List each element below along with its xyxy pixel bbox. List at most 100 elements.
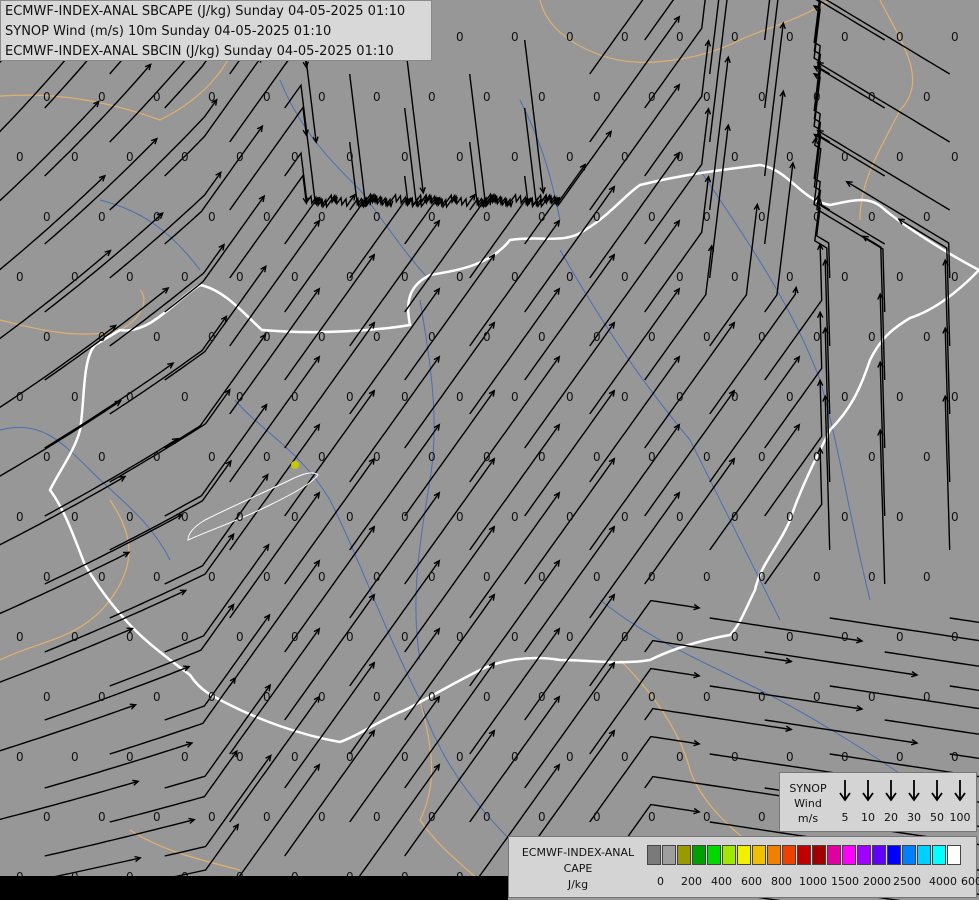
cin-value-label: 0 xyxy=(731,510,739,524)
cin-value-label: 0 xyxy=(373,450,381,464)
cin-value-label: 0 xyxy=(318,210,326,224)
streamline xyxy=(764,719,918,744)
cin-value-label: 0 xyxy=(153,810,161,824)
cin-value-label: 0 xyxy=(236,390,244,404)
cape-color-swatch xyxy=(887,845,901,865)
wind-speed-label: 10 xyxy=(861,811,875,824)
cin-value-label: 0 xyxy=(16,750,24,764)
country-border-line xyxy=(859,0,914,221)
cin-value-label: 0 xyxy=(731,30,739,44)
cin-value-label: 0 xyxy=(181,270,189,284)
streamline xyxy=(764,651,918,676)
cin-value-label: 0 xyxy=(98,210,106,224)
rivers-layer xyxy=(0,79,941,851)
cin-value-label: 0 xyxy=(538,330,546,344)
cin-value-label: 0 xyxy=(511,150,519,164)
cin-value-label: 0 xyxy=(951,750,959,764)
wind-speed-label: 30 xyxy=(907,811,921,824)
cin-value-label: 0 xyxy=(126,270,134,284)
cin-value-label: 0 xyxy=(703,570,711,584)
cin-value-label: 0 xyxy=(236,150,244,164)
cin-value-label: 0 xyxy=(621,30,629,44)
cin-value-label: 0 xyxy=(318,450,326,464)
cin-value-label: 0 xyxy=(621,390,629,404)
cin-value-label: 0 xyxy=(676,150,684,164)
cin-value-label: 0 xyxy=(483,810,491,824)
cin-value-label: 0 xyxy=(428,690,436,704)
cin-value-label: 0 xyxy=(731,390,739,404)
cin-value-label: 0 xyxy=(868,90,876,104)
cin-value-label: 0 xyxy=(318,690,326,704)
cin-value-label: 0 xyxy=(263,90,271,104)
cin-value-label: 0 xyxy=(291,510,299,524)
cin-value-label: 0 xyxy=(236,510,244,524)
cape-color-swatch xyxy=(767,845,781,865)
cin-value-label: 0 xyxy=(483,450,491,464)
cape-color-swatch xyxy=(932,845,946,865)
cin-value-label: 0 xyxy=(318,810,326,824)
cin-value-label: 0 xyxy=(786,750,794,764)
wind-speed-label: 100 xyxy=(949,811,971,824)
cin-value-label: 0 xyxy=(98,450,106,464)
streamline xyxy=(164,754,272,857)
cape-color-swatch xyxy=(917,845,931,865)
wind-legend: SYNOP Wind m/s 5 10 20 30 50 100 xyxy=(779,772,977,832)
cin-value-label: 0 xyxy=(951,630,959,644)
cin-value-label: 0 xyxy=(401,630,409,644)
cape-color-swatch xyxy=(797,845,811,865)
streamline xyxy=(764,23,784,177)
cape-tick-label: 2500 xyxy=(893,875,921,888)
cin-value-label: 0 xyxy=(153,90,161,104)
cin-value-label: 0 xyxy=(98,810,106,824)
wind-arrow-down-icon xyxy=(926,779,948,807)
cin-value-label: 0 xyxy=(373,330,381,344)
cin-value-label: 0 xyxy=(896,510,904,524)
cin-value-label: 0 xyxy=(153,450,161,464)
cape-color-swatch xyxy=(677,845,691,865)
streamline xyxy=(164,404,268,517)
cin-value-label: 0 xyxy=(758,90,766,104)
cape-color-swatch xyxy=(947,845,961,865)
cape-tick-label: 1500 xyxy=(831,875,859,888)
cin-value-label: 0 xyxy=(703,210,711,224)
cape-color-swatch xyxy=(707,845,721,865)
cin-value-label: 0 xyxy=(43,330,51,344)
cin-value-label: 0 xyxy=(263,210,271,224)
streamline xyxy=(709,125,729,279)
cin-value-label: 0 xyxy=(841,390,849,404)
cin-value-label: 0 xyxy=(346,750,354,764)
streamline xyxy=(44,362,174,449)
cin-value-label: 0 xyxy=(373,90,381,104)
cin-value-label: 0 xyxy=(621,150,629,164)
cin-value-label: 0 xyxy=(208,690,216,704)
cin-value-label: 0 xyxy=(731,150,739,164)
cape-color-swatch xyxy=(782,845,796,865)
cin-value-label: 0 xyxy=(511,510,519,524)
cin-value-label: 0 xyxy=(896,750,904,764)
map-title-box: ECMWF-INDEX-ANAL SBCAPE (J/kg) Sunday 04… xyxy=(0,0,432,61)
cin-value-label: 0 xyxy=(786,150,794,164)
cin-value-label: 0 xyxy=(731,270,739,284)
cin-value-label: 0 xyxy=(511,30,519,44)
cin-value-label: 0 xyxy=(401,390,409,404)
cin-value-label: 0 xyxy=(98,330,106,344)
streamline xyxy=(644,707,792,731)
cin-value-label: 0 xyxy=(16,630,24,644)
streamline xyxy=(469,193,548,279)
cin-value-label: 0 xyxy=(483,210,491,224)
cin-value-label: 0 xyxy=(153,330,161,344)
cin-value-label: 0 xyxy=(43,210,51,224)
cin-value-label: 0 xyxy=(263,450,271,464)
cin-value-label: 0 xyxy=(208,450,216,464)
cin-value-label: 0 xyxy=(346,150,354,164)
cin-value-label: 0 xyxy=(153,210,161,224)
cin-value-label: 0 xyxy=(98,90,106,104)
cin-value-label: 0 xyxy=(841,270,849,284)
cin-value-label: 0 xyxy=(951,510,959,524)
cin-value-label: 0 xyxy=(16,150,24,164)
streamline xyxy=(349,193,428,279)
streamline xyxy=(709,0,720,75)
cin-value-label: 0 xyxy=(456,150,464,164)
country-border-line xyxy=(129,829,241,871)
cin-value-label: 0 xyxy=(43,450,51,464)
